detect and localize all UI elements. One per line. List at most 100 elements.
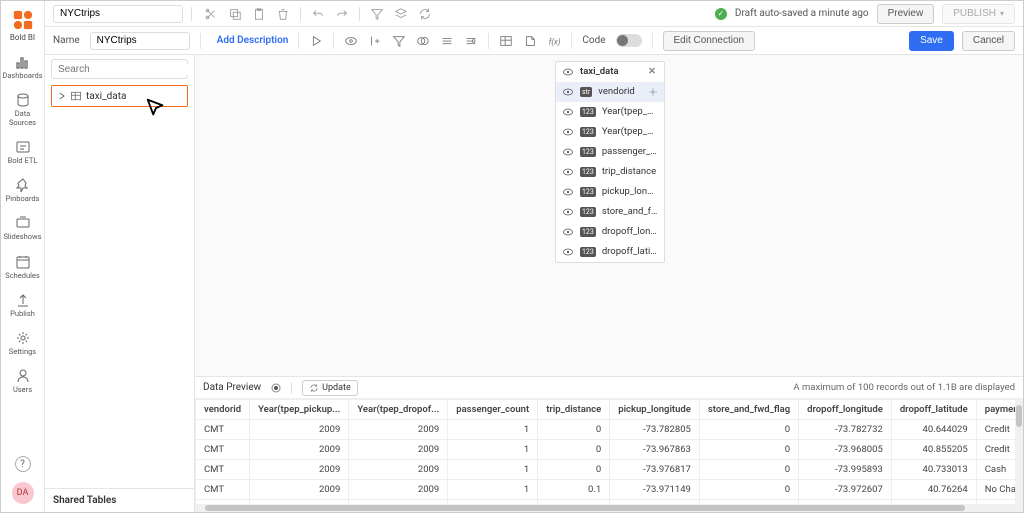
rail-users[interactable]: Users [1,362,44,400]
update-button[interactable]: Update [302,380,358,396]
export-icon[interactable] [523,34,537,48]
rail-dashboards[interactable]: Dashboards [1,48,44,86]
play-icon[interactable] [309,34,323,48]
cut-icon[interactable] [204,7,218,21]
name-input[interactable] [90,32,190,50]
radio-icon[interactable] [271,383,281,393]
table-icon[interactable] [499,34,513,48]
chevron-right-icon [58,92,66,100]
column-header[interactable]: pickup_longitude [610,400,700,420]
table-row: CMT2009200910.1-73.9711490-73.97260740.7… [196,480,1024,500]
view-icon[interactable] [344,34,358,48]
close-icon[interactable]: ✕ [648,66,658,77]
table-cell: 0 [538,460,610,480]
rail-data-sources[interactable]: Data Sources [1,86,44,133]
field-row[interactable]: str vendorid [556,82,664,102]
table-row: CMT2009200910-73.7828050-73.78273240.644… [196,420,1024,440]
table-cell: 0 [699,420,798,440]
rail-pinboards[interactable]: Pinboards [1,171,44,209]
add-description-link[interactable]: Add Description [217,35,289,46]
field-row[interactable]: 123pickup_longitude [556,182,664,202]
name-label: Name [53,35,80,46]
svg-text:f(x): f(x) [549,37,561,46]
copy-icon[interactable] [228,7,242,21]
rail-slideshows[interactable]: Slideshows [1,209,44,247]
rail-publish[interactable]: Publish [1,286,44,324]
horizontal-scrollbar[interactable] [195,504,1023,512]
field-row[interactable]: 123store_and_fwd_fl... [556,202,664,222]
join-icon[interactable] [416,34,430,48]
column-header[interactable]: Year(tpep_dropof... [349,400,448,420]
topbar: ✓ Draft auto-saved a minute ago Preview … [45,1,1023,27]
datasource-title-input[interactable] [53,5,183,23]
field-row[interactable]: 123Year(tpep_pickup... [556,102,664,122]
type-badge: str [580,87,592,97]
rail-schedules[interactable]: Schedules [1,248,44,286]
column-header[interactable]: dropoff_latitude [891,400,976,420]
help-icon[interactable]: ? [15,456,31,472]
rail-bold-etl[interactable]: Bold ETL [1,133,44,171]
design-canvas[interactable]: taxi_data ✕ str vendorid 123Year(tpep_pick… [195,55,1023,376]
eye-icon [562,226,574,238]
rail-settings[interactable]: Settings [1,324,44,362]
edit-connection-button[interactable]: Edit Connection [663,31,756,51]
bar-chart-icon [15,54,31,70]
field-name: passenger_count [602,146,658,157]
function-icon[interactable]: f(x) [547,34,561,48]
table-cell: 40.76264 [891,480,976,500]
save-button[interactable]: Save [909,31,954,51]
settings-icon[interactable] [464,34,478,48]
tree-node-taxi-data[interactable]: taxi_data [51,85,188,107]
vertical-scrollbar[interactable] [1015,399,1023,504]
table-cell: 0 [538,420,610,440]
field-row[interactable]: 123trip_distance [556,162,664,182]
column-header[interactable]: trip_distance [538,400,610,420]
cancel-button[interactable]: Cancel [962,31,1015,51]
search-box[interactable] [51,59,188,79]
gear-icon[interactable] [648,87,658,97]
field-row[interactable]: 123dropoff_longitude [556,222,664,242]
column-header[interactable]: dropoff_longitude [799,400,892,420]
preview-button[interactable]: Preview [877,4,935,24]
filter-icon[interactable] [392,34,406,48]
avatar[interactable]: DA [12,482,34,504]
table-cell: -73.968005 [799,440,892,460]
paste-icon[interactable] [252,7,266,21]
field-row[interactable]: 123 passenger_count [556,142,664,162]
type-badge: 123 [580,147,596,157]
panel-header[interactable]: taxi_data ✕ [556,62,664,82]
type-badge: 123 [580,167,596,177]
table-row: CMT2009200910-73.9678630-73.96800540.855… [196,440,1024,460]
table-cell: 0 [699,440,798,460]
field-row[interactable]: 123Year(tpep_dropof... [556,122,664,142]
layers-icon[interactable] [394,7,408,21]
delete-icon[interactable] [276,7,290,21]
column-header[interactable]: vendorid [196,400,250,420]
gear-icon [15,330,31,346]
column-header[interactable]: Year(tpep_pickup... [250,400,349,420]
code-toggle[interactable] [616,34,642,47]
sidebar: taxi_data Shared Tables [45,55,195,512]
add-column-icon[interactable] [368,34,382,48]
expression-icon[interactable] [440,34,454,48]
publish-button[interactable]: PUBLISH▾ [942,4,1015,24]
search-input[interactable] [58,64,190,75]
upload-icon [15,292,31,308]
undo-icon[interactable] [311,7,325,21]
field-name: dropoff_latitude [602,246,658,257]
table-cell: 40.733013 [891,460,976,480]
filter-icon[interactable] [370,7,384,21]
field-row[interactable]: 123dropoff_latitude [556,242,664,262]
user-icon [15,368,31,384]
redo-icon[interactable] [335,7,349,21]
column-header[interactable]: passenger_count [448,400,538,420]
eye-icon [562,246,574,258]
preview-table-wrap[interactable]: vendoridYear(tpep_pickup...Year(tpep_dro… [195,399,1023,504]
column-header[interactable]: store_and_fwd_flag [699,400,798,420]
refresh-icon[interactable] [418,7,432,21]
table-cell: 2009 [250,440,349,460]
shared-tables-header[interactable]: Shared Tables [45,488,194,512]
field-name: vendorid [598,86,642,97]
table-cell: 1 [448,420,538,440]
table-cell: 1 [448,480,538,500]
